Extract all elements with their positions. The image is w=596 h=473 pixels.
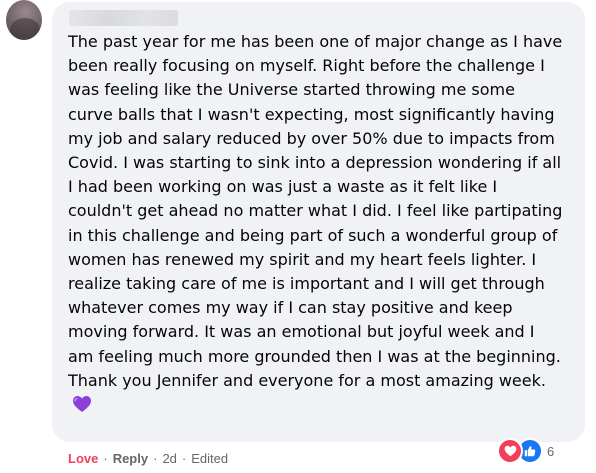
separator-dot: · bbox=[153, 451, 158, 466]
comment-actions: Love · Reply · 2d · Edited bbox=[68, 451, 228, 466]
purple-heart-icon bbox=[73, 396, 91, 413]
separator-dot: · bbox=[181, 451, 187, 466]
reaction-count: 6 bbox=[547, 443, 555, 459]
love-button[interactable]: Love bbox=[68, 451, 98, 466]
comment-bubble: The past year for me has been one of maj… bbox=[52, 2, 585, 442]
love-reaction-icon bbox=[497, 438, 523, 464]
avatar-photo bbox=[10, 18, 40, 40]
comment-text: The past year for me has been one of maj… bbox=[68, 32, 563, 390]
timestamp[interactable]: 2d bbox=[162, 451, 176, 466]
author-name-redacted[interactable] bbox=[69, 10, 178, 26]
avatar[interactable] bbox=[6, 0, 42, 40]
comment: The past year for me has been one of maj… bbox=[0, 0, 596, 473]
reply-button[interactable]: Reply bbox=[113, 451, 148, 466]
edited-label: Edited bbox=[191, 451, 229, 466]
comment-body: The past year for me has been one of maj… bbox=[68, 30, 563, 417]
separator-dot: · bbox=[103, 451, 108, 466]
reactions-summary[interactable]: 6 bbox=[497, 438, 554, 464]
